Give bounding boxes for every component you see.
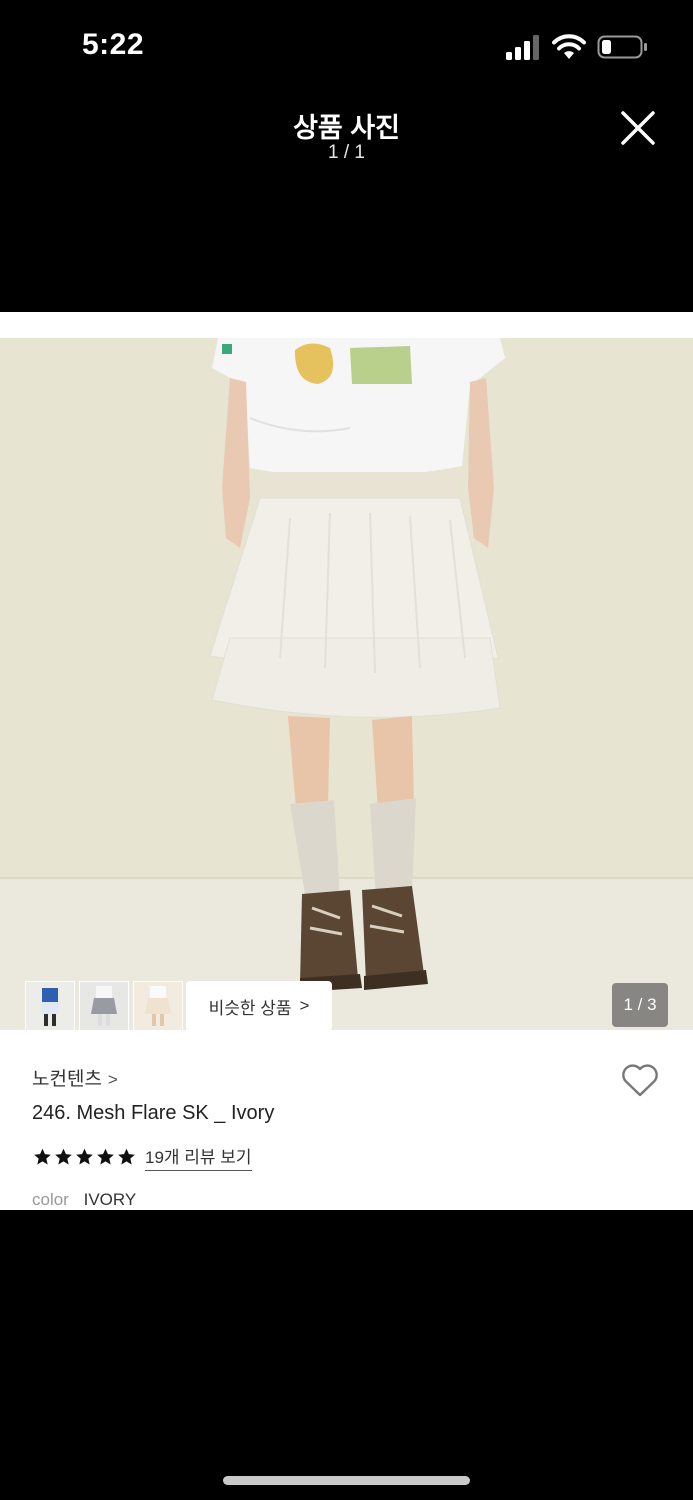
cellular-signal-icon [506, 35, 539, 60]
similar-products-label: 비슷한 상품 [208, 998, 292, 1018]
product-name: 246. Mesh Flare SK _ Ivory [32, 1102, 275, 1124]
star-icon [118, 1148, 135, 1165]
rating: 19개 리뷰 보기 [32, 1143, 252, 1171]
thumbnail-2[interactable] [79, 981, 129, 1030]
brand-link[interactable]: 노컨텐츠 > [32, 1064, 118, 1091]
product-photo[interactable]: 비슷한 상품 > 1 / 3 [0, 338, 693, 1030]
chevron-right-icon: > [107, 1070, 118, 1089]
color-row: color IVORY [32, 1190, 136, 1210]
color-value: IVORY [83, 1190, 137, 1209]
status-time: 5:22 [82, 28, 145, 61]
status-bar: 5:22 [0, 0, 693, 92]
star-icon [97, 1148, 114, 1165]
product-info: 노컨텐츠 > 246. Mesh Flare SK _ Ivory 19개 리뷰 … [0, 1030, 693, 1210]
similar-products-button[interactable]: 비슷한 상품 > [186, 981, 332, 1030]
battery-icon [597, 35, 647, 59]
chevron-right-icon: > [299, 996, 310, 1015]
star-icon [76, 1148, 93, 1165]
product-card: 비슷한 상품 > 1 / 3 노컨텐츠 > 246. Mesh Flare SK … [0, 312, 693, 1210]
home-indicator[interactable] [223, 1476, 470, 1485]
thumbnail-1[interactable] [25, 981, 75, 1030]
thumbnail-3[interactable] [133, 981, 183, 1030]
color-label: color [32, 1190, 69, 1209]
rating-stars [32, 1147, 137, 1167]
review-link[interactable]: 19개 리뷰 보기 [145, 1143, 252, 1171]
star-icon [55, 1148, 72, 1165]
photo-counter: 1 / 3 [612, 983, 668, 1027]
viewer-title: 상품 사진 [293, 113, 400, 143]
brand-name: 노컨텐츠 [32, 1069, 102, 1090]
photo-viewer-header: 상품 사진 1 / 1 [0, 92, 693, 312]
star-icon [34, 1148, 51, 1165]
viewer-page-counter: 1 / 1 [328, 142, 365, 163]
wifi-icon [552, 34, 586, 59]
heart-icon[interactable] [620, 1062, 660, 1098]
close-icon[interactable] [619, 109, 657, 147]
